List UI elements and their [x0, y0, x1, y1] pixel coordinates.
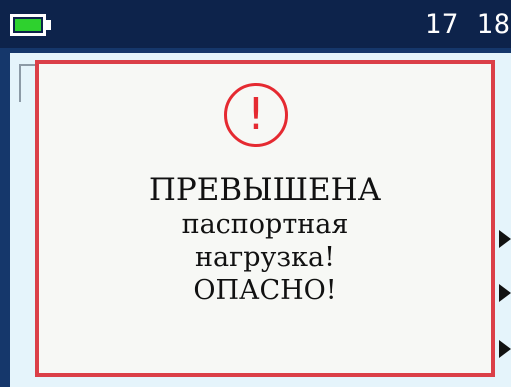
battery-terminal-icon [46, 20, 51, 30]
battery-icon [10, 14, 46, 36]
warning-line-exceeded: ПРЕВЫШЕНА [148, 172, 382, 208]
exclamation-circle-icon: ! [224, 83, 288, 147]
warning-line-danger: ОПАСНО! [193, 275, 337, 306]
triangle-right-icon[interactable] [499, 230, 511, 248]
overload-warning-dialog: ! ПРЕВЫШЕНА паспортная нагрузка! ОПАСНО! [35, 60, 495, 377]
device-screen: 17 18 ! ПРЕВЫШЕНА паспортная нагрузка! О… [0, 0, 511, 387]
warning-line-load: нагрузка! [195, 242, 335, 273]
triangle-right-icon[interactable] [499, 284, 511, 302]
warning-message: ПРЕВЫШЕНА паспортная нагрузка! ОПАСНО! [39, 172, 491, 307]
exclamation-mark: ! [247, 89, 265, 140]
warning-line-rated: паспортная [181, 209, 349, 240]
status-time: 17 18 [424, 9, 511, 40]
status-bar: 17 18 [0, 0, 511, 48]
battery-level-fill [15, 19, 41, 31]
background-field-frame [19, 64, 35, 102]
triangle-right-icon[interactable] [499, 340, 511, 358]
